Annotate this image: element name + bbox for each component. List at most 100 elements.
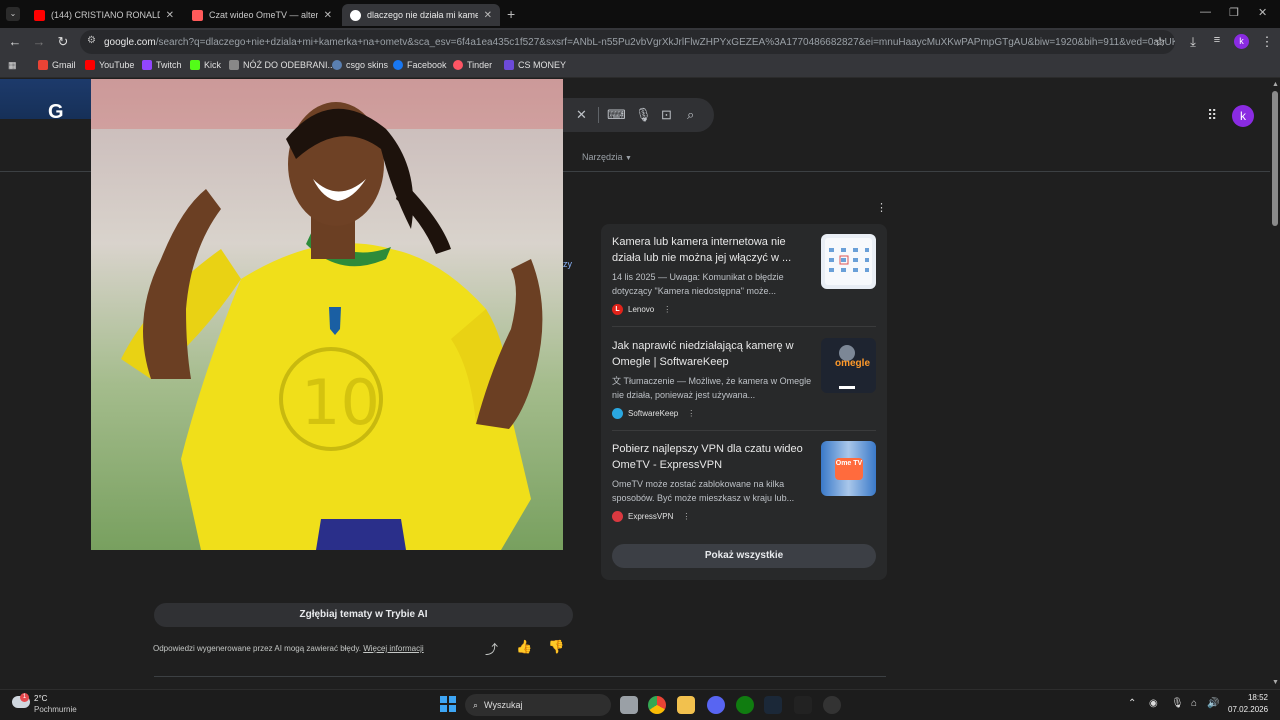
forward-icon[interactable]: → [31,34,47,49]
clock-date[interactable]: 07.02.2026 [1228,705,1268,714]
bookmark-twitch[interactable]: Twitch [142,60,182,70]
windows-start-icon[interactable] [440,696,456,712]
footballer-photo: 10 [91,79,563,550]
show-all-button[interactable]: Pokaż wszystkie [612,544,876,568]
close-tab-icon[interactable]: ✕ [166,10,174,21]
page-scrollbar[interactable]: ▲ ▼ [1270,79,1280,689]
account-avatar[interactable]: k [1232,105,1254,127]
tab-youtube[interactable]: (144) CRISTIANO RONALDO: A ✕ [26,4,182,26]
more-options-icon[interactable]: ⋮ [687,409,695,418]
bookmark-tinder[interactable]: Tinder [453,60,492,70]
bookmark-gmail[interactable]: Gmail [38,60,76,70]
result-title[interactable]: Pobierz najlepszy VPN dla czatu wideo Om… [612,441,817,473]
minimize-icon[interactable]: — [1200,6,1211,18]
bookmark-label: Gmail [52,60,76,70]
close-window-icon[interactable]: ✕ [1258,6,1267,19]
xbox-icon[interactable] [736,696,754,714]
scroll-up-icon[interactable]: ▲ [1272,81,1279,88]
bookmark-youtube[interactable]: YouTube [85,60,134,70]
clock-time[interactable]: 18:52 [1228,693,1268,702]
kick-icon [190,60,200,70]
csgo-icon [332,60,342,70]
search-icon[interactable]: ⌕ [687,107,694,123]
bookmark-csgo-skins[interactable]: csgo skins [332,60,388,70]
settings-screenshot-thumb [825,238,872,285]
tools-menu[interactable]: Narzędzia ▼ [582,152,632,162]
reload-icon[interactable]: ↻ [55,34,71,50]
tray-chevron-icon[interactable]: ⌃ [1128,698,1136,709]
bookmark-kick[interactable]: Kick [190,60,221,70]
task-view-icon[interactable] [620,696,638,714]
lenovo-logo-icon: L [612,304,623,315]
keyboard-icon[interactable]: ⌨ [607,107,626,123]
bookmark-noz[interactable]: NÓŻ DO ODEBRANI... [229,60,335,70]
site-info-icon[interactable]: ⚙ [87,35,96,46]
new-tab-button[interactable]: + [507,6,515,22]
ometv-icon [192,9,203,21]
google-apps-icon[interactable]: ⠿ [1207,107,1217,124]
tab-google-search[interactable]: dlaczego nie działa mi kamerka ✕ [342,4,500,26]
bookmark-cs-money[interactable]: CS MONEY [504,60,566,70]
result-thumbnail[interactable]: omegle [821,338,876,393]
volume-icon[interactable]: 🔊 [1207,698,1219,709]
bookmark-label: Tinder [467,60,493,70]
result-title[interactable]: Kamera lub kamera internetowa nie działa… [612,234,817,266]
address-bar[interactable]: ⚙ google.com/search?q=dlaczego+nie+dzial… [80,30,1175,54]
tab-search-button[interactable]: ⌄ [6,7,20,21]
weather-temp[interactable]: 2°C [34,694,47,703]
lens-icon[interactable]: ⊡ [661,107,672,123]
google-icon [350,9,361,21]
back-icon[interactable]: ← [7,34,23,49]
clear-search-icon[interactable]: ✕ [576,107,587,123]
ai-mode-button[interactable]: Zgłębiaj tematy w Trybie AI [154,603,573,627]
svg-text:10: 10 [301,366,380,439]
thumbs-down-icon[interactable]: 👎 [548,639,564,655]
taskbar-search[interactable]: ⌕ Wyszukaj [465,694,611,716]
bookmark-facebook[interactable]: Facebook [393,60,447,70]
thumbs-up-icon[interactable]: 👍 [516,639,532,655]
result-source[interactable]: ExpressVPN ⋮ [612,511,690,522]
result-source[interactable]: SoftwareKeep ⋮ [612,408,695,419]
wifi-icon[interactable]: ⌂ [1191,698,1197,709]
epic-games-icon[interactable] [794,696,812,714]
download-icon[interactable]: ⤓ [1185,34,1201,50]
apps-grid-icon[interactable]: ▦ [8,60,17,71]
profile-avatar[interactable]: k [1234,34,1249,49]
more-info-link[interactable]: Więcej informacji [363,644,423,653]
tab-ometv[interactable]: Czat wideo OmeTV — alternaty ✕ [184,4,340,26]
result-thumbnail[interactable] [821,234,876,289]
file-explorer-icon[interactable] [677,696,695,714]
scroll-down-icon[interactable]: ▼ [1272,679,1279,686]
share-icon[interactable]: ⤴ [485,639,498,658]
result-title[interactable]: Jak naprawić niedziałającą kamerę w Omeg… [612,338,817,370]
bookmark-label: NÓŻ DO ODEBRANI... [243,60,336,70]
weather-desc[interactable]: Pochmurnie [34,705,77,714]
more-options-icon[interactable]: ⋮ [682,512,690,521]
microphone-icon[interactable]: 🎙 [635,107,652,123]
source-name: ExpressVPN [628,512,674,521]
expressvpn-logo-icon [612,511,623,522]
scrollbar-thumb[interactable] [1272,91,1278,226]
network-app-icon[interactable]: ◉ [1149,698,1158,709]
ometv-thumb-logo: Ome TV [835,458,863,480]
discord-icon[interactable] [707,696,725,714]
close-tab-icon[interactable]: ✕ [484,10,492,21]
result-thumbnail[interactable]: Ome TV [821,441,876,496]
tab-label: (144) CRISTIANO RONALDO: A [51,10,160,20]
close-tab-icon[interactable]: ✕ [324,10,332,21]
steam-icon[interactable] [764,696,782,714]
google-logo[interactable]: G [48,101,64,124]
section-divider [154,676,886,677]
menu-kebab-icon[interactable]: ⋮ [1259,34,1275,50]
more-options-icon[interactable]: ⋮ [663,305,671,314]
chrome-icon[interactable] [648,696,666,714]
result-source[interactable]: L Lenovo ⋮ [612,304,671,315]
microphone-tray-icon[interactable]: 🎙 [1171,698,1184,709]
app-icon[interactable] [823,696,841,714]
clipped-link-text[interactable]: zy [563,259,572,269]
search-box[interactable]: ✕ ⌨ 🎙 ⊡ ⌕ [540,98,714,132]
more-options-icon[interactable]: ⋮ [876,201,887,214]
restore-icon[interactable]: ❐ [1229,6,1239,19]
media-icon[interactable]: ≡ [1209,34,1225,46]
bookmark-star-icon[interactable]: ☆ [1152,34,1168,50]
